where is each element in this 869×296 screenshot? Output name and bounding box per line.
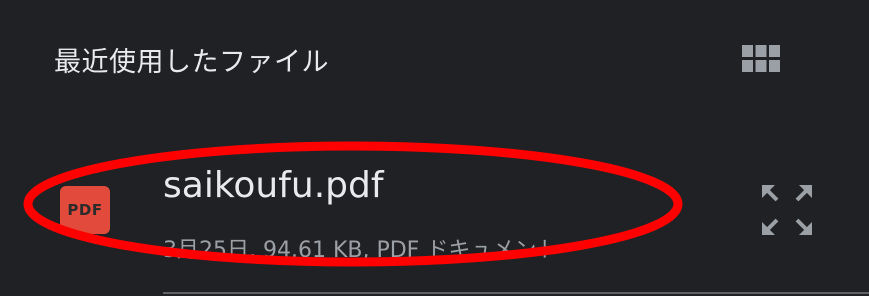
section-title: 最近使用したファイル — [54, 47, 329, 78]
pdf-icon: PDF — [60, 186, 110, 234]
divider — [163, 292, 869, 294]
file-name: saikoufu.pdf — [163, 165, 384, 206]
grid-view-icon[interactable] — [741, 44, 781, 74]
pdf-badge-label: PDF — [67, 201, 103, 219]
file-list-item[interactable]: PDF saikoufu.pdf 3月25日, 94.61 KB, PDF ドキ… — [0, 150, 869, 294]
expand-icon[interactable] — [758, 181, 816, 239]
file-meta: 3月25日, 94.61 KB, PDF ドキュメント — [163, 238, 559, 263]
recent-files-screen: 最近使用したファイル PDF saikoufu.pdf 3月25日, 94.61… — [0, 0, 869, 296]
